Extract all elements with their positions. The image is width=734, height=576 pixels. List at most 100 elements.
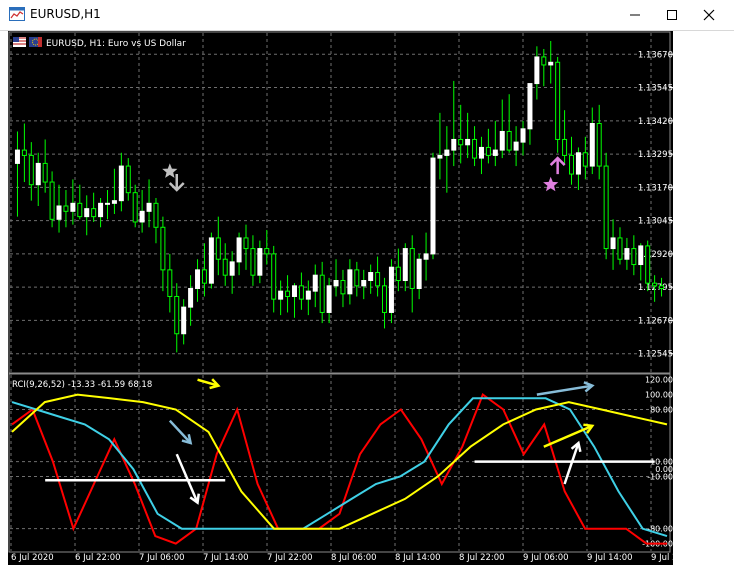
bull-candle [257,248,263,276]
bull-candle [437,154,443,159]
bear-candle [167,269,173,297]
indicator-level-label: -80.00 [647,525,673,534]
bull-candle [513,141,519,151]
bear-candle [77,202,83,218]
bull-candle [416,258,422,289]
x-tick-label: 6 Jul 2020 [11,553,54,563]
chart-canvas[interactable]: 6 Jul 2020 6 Jul 22:00 7 Jul 06:00 7 Jul 14… [8,31,673,565]
bull-candle [229,261,235,276]
bear-candle [562,138,568,156]
indicator-level-label: 120.00 [645,376,673,385]
bear-candle [49,181,55,220]
price-label: 1.13170 [638,183,673,193]
bull-candle [188,287,194,308]
bear-candle [153,202,159,228]
bear-candle [250,248,256,276]
bull-candle [548,61,554,66]
indicator-title: RCI(9,26,52) -13.33 -61.59 68.18 [12,380,152,390]
bull-candle [35,162,41,186]
bear-candle [340,280,346,295]
bear-candle [458,138,464,146]
bear-candle [603,165,609,250]
bull-candle [146,202,152,212]
bear-candle [264,248,270,255]
bear-candle [132,192,138,223]
bear-candle [243,237,249,250]
us-flag-icon [13,37,26,47]
x-tick-label: 8 Jul 06:00 [331,553,377,563]
star-marker [162,163,178,178]
bull-candle [84,208,90,218]
bull-candle [236,237,242,263]
x-tick-label: 9 Jul 14:00 [587,553,633,563]
bear-candle [652,282,658,287]
bull-candle [333,280,339,287]
bull-candle [638,245,644,266]
close-icon [703,9,715,21]
bull-candle [589,122,595,167]
price-label: 1.13420 [638,117,673,127]
bull-candle [111,200,117,204]
bull-candle [98,202,104,218]
star-marker [543,176,559,192]
bull-candle [56,205,62,220]
bear-candle [285,290,291,297]
chart-window-icon [9,7,25,21]
maximize-icon [667,10,677,20]
bear-candle [395,266,401,282]
bull-candle [326,285,332,313]
eu-flag-icon [29,37,42,47]
bear-candle [354,269,360,287]
indicator-level-label: 100.00 [645,391,673,400]
bear-candle [125,165,131,194]
bear-candle [409,248,415,289]
bear-candle [472,138,478,159]
bear-candle [596,122,602,167]
bull-candle [423,253,429,260]
bull-candle [444,149,450,156]
blue-up-arrow [536,384,593,396]
bull-candle [118,165,124,202]
bull-candle [575,152,581,175]
bull-candle [347,269,353,295]
x-tick-label: 7 Jul 06:00 [139,553,185,563]
bull-candle [520,128,526,143]
bull-candle [70,202,76,212]
bull-candle [368,272,374,282]
bear-candle [222,258,228,276]
white-down-arrow [175,453,199,504]
bear-candle [160,226,166,271]
bear-candle [21,149,27,156]
bear-candle [271,253,277,300]
bull-candle [499,130,505,151]
bear-candle [42,162,48,183]
bear-candle [555,61,561,140]
bull-candle [181,306,187,335]
x-tick-label: 9 Jul 06:00 [523,553,569,563]
bull-candle [610,237,616,250]
x-tick-label: 6 Jul 22:00 [75,553,121,563]
bull-candle [478,146,484,159]
title-bar[interactable]: EURUSD,H1 [0,0,734,31]
bull-candle [451,138,457,151]
down-arrow-marker [168,174,185,192]
bull-candle [361,280,367,287]
bear-candle [215,237,221,260]
x-tick-label: 7 Jul 22:00 [267,553,313,563]
bear-candle [617,237,623,260]
bear-candle [28,154,34,186]
bull-candle [14,149,20,164]
bull-candle [278,290,284,300]
bull-candle [208,237,214,284]
bear-candle [541,56,547,66]
price-label: 1.13545 [638,84,673,94]
bull-candle [291,285,297,297]
up-arrow-marker [549,156,566,175]
bull-candle [195,269,201,289]
bear-candle [659,285,665,289]
bear-candle [201,269,207,284]
chart-area[interactable]: 6 Jul 2020 6 Jul 22:00 7 Jul 06:00 7 Jul 14… [8,31,673,565]
price-label: 1.13045 [638,217,673,227]
minimize-icon [630,14,640,16]
close-button[interactable] [686,0,732,30]
